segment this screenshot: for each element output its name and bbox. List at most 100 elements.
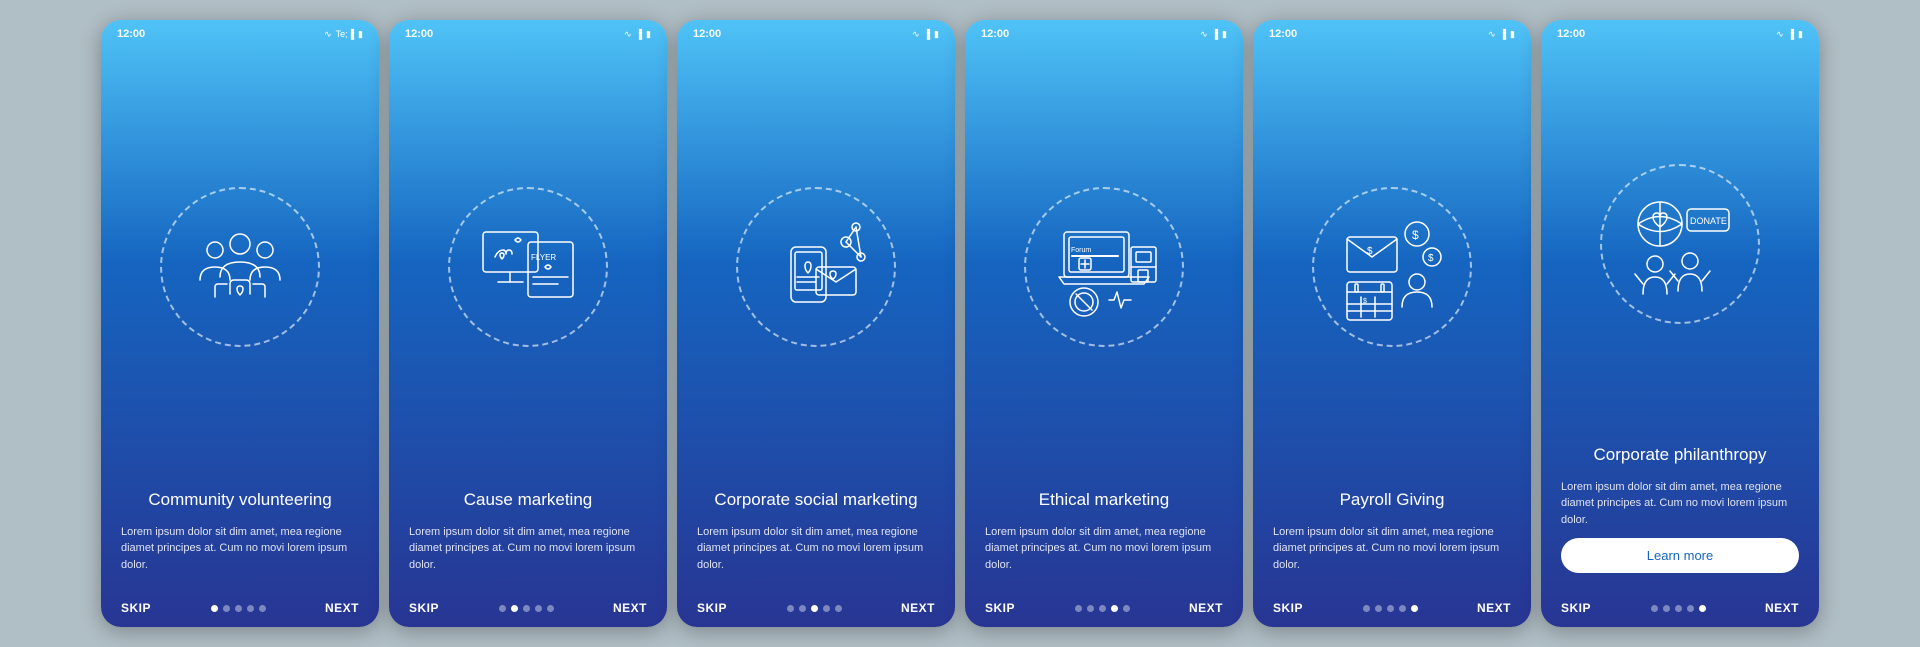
screen-ethical-marketing: 12:00 ∿ ▐ ▮ Forum [965,20,1243,627]
illustration-1 [101,44,379,489]
dots-1 [211,605,266,612]
wifi-icon-2: ∿ [624,29,632,40]
status-bar-2: 12:00 ∿ ▐ ▮ [389,20,667,44]
bottom-nav-2: SKIP NEXT [389,593,667,627]
bottom-nav-1: SKIP NEXT [101,593,379,627]
battery-icon-1: ▮ [358,29,363,40]
dot-1-1 [223,605,230,612]
learn-more-button[interactable]: Learn more [1561,538,1799,573]
illustration-4: Forum [965,44,1243,489]
dot-3-1 [799,605,806,612]
screen-corporate-philanthropy: 12:00 ∿ ▐ ▮ DONATE [1541,20,1819,627]
dashed-circle-3 [736,187,896,347]
dot-6-2 [1675,605,1682,612]
content-1: Community volunteering Lorem ipsum dolor… [101,489,379,593]
screen-community-volunteering: 12:00 ∿ Te;▐ ▮ [101,20,379,627]
screen-cause-marketing: 12:00 ∿ ▐ ▮ [389,20,667,627]
status-bar-5: 12:00 ∿ ▐ ▮ [1253,20,1531,44]
bottom-nav-6: SKIP NEXT [1541,593,1819,627]
desc-3: Lorem ipsum dolor sit dim amet, mea regi… [697,524,935,574]
dot-6-0 [1651,605,1658,612]
dot-1-0 [211,605,218,612]
ethical-marketing-icon: Forum [1049,212,1159,322]
dot-2-4 [547,605,554,612]
dots-6 [1651,605,1706,612]
battery-icon-3: ▮ [934,29,939,40]
desc-6: Lorem ipsum dolor sit dim amet, mea regi… [1561,479,1799,529]
desc-4: Lorem ipsum dolor sit dim amet, mea regi… [985,524,1223,574]
svg-text:$: $ [1367,246,1373,257]
battery-icon-6: ▮ [1798,29,1803,40]
dashed-circle-1 [160,187,320,347]
skip-1[interactable]: SKIP [121,601,151,615]
signal-icon-5: ▐ [1500,29,1506,39]
status-icons-2: ∿ ▐ ▮ [624,29,651,40]
dot-4-0 [1075,605,1082,612]
skip-5[interactable]: SKIP [1273,601,1303,615]
dot-4-2 [1099,605,1106,612]
desc-1: Lorem ipsum dolor sit dim amet, mea regi… [121,524,359,574]
status-bar-1: 12:00 ∿ Te;▐ ▮ [101,20,379,44]
signal-icon-4: ▐ [1212,29,1218,39]
svg-text:$: $ [1412,228,1419,242]
status-icons-4: ∿ ▐ ▮ [1200,29,1227,40]
bottom-nav-4: SKIP NEXT [965,593,1243,627]
next-4[interactable]: NEXT [1189,601,1223,615]
battery-icon-4: ▮ [1222,29,1227,40]
next-2[interactable]: NEXT [613,601,647,615]
dashed-circle-6: DONATE [1600,164,1760,324]
dot-3-0 [787,605,794,612]
status-icons-1: ∿ Te;▐ ▮ [324,29,363,40]
status-icons-3: ∿ ▐ ▮ [912,29,939,40]
content-5: Payroll Giving Lorem ipsum dolor sit dim… [1253,489,1531,593]
dot-3-2 [811,605,818,612]
title-5: Payroll Giving [1273,489,1511,511]
battery-icon-2: ▮ [646,29,651,40]
signal-icon-6: ▐ [1788,29,1794,39]
illustration-5: $ $ $ [1253,44,1531,489]
title-1: Community volunteering [121,489,359,511]
next-3[interactable]: NEXT [901,601,935,615]
dot-1-3 [247,605,254,612]
dot-4-4 [1123,605,1130,612]
svg-text:FLYER: FLYER [531,253,556,262]
community-icon [185,212,295,322]
dashed-circle-4: Forum [1024,187,1184,347]
skip-6[interactable]: SKIP [1561,601,1591,615]
title-4: Ethical marketing [985,489,1223,511]
time-6: 12:00 [1557,28,1585,40]
dot-1-4 [259,605,266,612]
content-2: Cause marketing Lorem ipsum dolor sit di… [389,489,667,593]
next-6[interactable]: NEXT [1765,601,1799,615]
screens-container: 12:00 ∿ Te;▐ ▮ [81,0,1839,647]
dot-5-1 [1375,605,1382,612]
skip-3[interactable]: SKIP [697,601,727,615]
social-marketing-icon [761,212,871,322]
dot-6-1 [1663,605,1670,612]
next-5[interactable]: NEXT [1477,601,1511,615]
dot-5-2 [1387,605,1394,612]
dots-3 [787,605,842,612]
cause-marketing-icon: FLYER [473,212,583,322]
signal-icon-3: ▐ [924,29,930,39]
status-bar-4: 12:00 ∿ ▐ ▮ [965,20,1243,44]
dot-2-3 [535,605,542,612]
next-1[interactable]: NEXT [325,601,359,615]
svg-text:Forum: Forum [1071,247,1091,254]
status-bar-3: 12:00 ∿ ▐ ▮ [677,20,955,44]
svg-text:DONATE: DONATE [1690,216,1727,226]
dot-4-3 [1111,605,1118,612]
dots-5 [1363,605,1418,612]
illustration-6: DONATE [1541,44,1819,444]
wifi-icon-3: ∿ [912,29,920,40]
title-3: Corporate social marketing [697,489,935,511]
dots-4 [1075,605,1130,612]
status-bar-6: 12:00 ∿ ▐ ▮ [1541,20,1819,44]
dot-4-1 [1087,605,1094,612]
illustration-2: FLYER [389,44,667,489]
skip-4[interactable]: SKIP [985,601,1015,615]
time-5: 12:00 [1269,28,1297,40]
skip-2[interactable]: SKIP [409,601,439,615]
dot-5-3 [1399,605,1406,612]
dot-2-0 [499,605,506,612]
